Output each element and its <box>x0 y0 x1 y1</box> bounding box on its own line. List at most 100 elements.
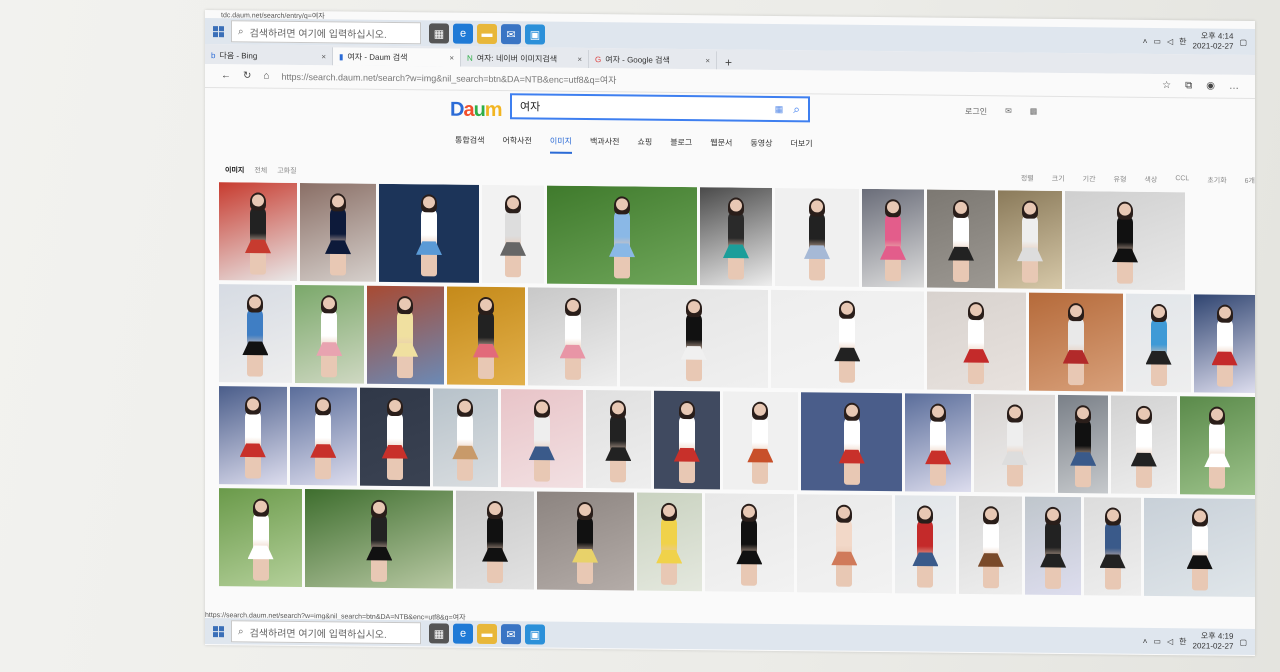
store-icon[interactable]: ▣ <box>525 624 545 645</box>
edge-icon[interactable]: e <box>453 23 473 44</box>
favorite-icon[interactable]: ☆ <box>1162 80 1171 91</box>
windows-start-icon[interactable] <box>205 18 231 44</box>
image-thumbnail[interactable] <box>1144 497 1255 597</box>
notification-icon[interactable]: ▢ <box>1239 637 1247 646</box>
search-icon[interactable]: ⌕ <box>793 102 800 117</box>
store-icon[interactable]: ▣ <box>525 24 545 45</box>
image-thumbnail[interactable] <box>998 190 1062 289</box>
image-thumbnail[interactable] <box>219 182 297 281</box>
image-thumbnail[interactable] <box>927 189 995 289</box>
apps-icon[interactable]: ▦ <box>1030 107 1038 118</box>
image-thumbnail[interactable] <box>801 392 903 492</box>
notification-icon[interactable]: ▢ <box>1239 37 1247 46</box>
folder-icon[interactable]: ▬ <box>477 623 497 645</box>
image-thumbnail[interactable] <box>547 185 697 286</box>
tab-dictionary[interactable]: 어학사전 <box>502 135 531 153</box>
filter-type[interactable]: 유형 <box>1114 175 1127 185</box>
filter-sort[interactable]: 정렬 <box>1021 174 1034 184</box>
image-thumbnail[interactable] <box>927 291 1026 391</box>
more-icon[interactable]: … <box>1229 81 1239 92</box>
image-thumbnail[interactable] <box>862 188 924 288</box>
back-icon[interactable]: ← <box>221 70 231 81</box>
mail-icon[interactable]: ✉ <box>501 24 521 45</box>
image-thumbnail[interactable] <box>704 493 794 593</box>
image-thumbnail[interactable] <box>905 393 971 493</box>
filter-hd[interactable]: 고화질 <box>277 166 296 176</box>
collections-icon[interactable]: ⧉ <box>1185 80 1192 91</box>
image-thumbnail[interactable] <box>456 490 534 590</box>
tab-images[interactable]: 이미지 <box>549 135 572 154</box>
image-thumbnail[interactable] <box>289 386 358 486</box>
image-thumbnail[interactable] <box>360 387 430 487</box>
tab-blog[interactable]: 블로그 <box>670 137 692 155</box>
image-thumbnail[interactable] <box>700 187 772 286</box>
volume-icon[interactable]: ◁ <box>1167 37 1173 46</box>
image-thumbnail[interactable] <box>654 390 720 490</box>
taskbar-search-input[interactable]: ⌕ 검색하려면 여기에 입력하십시오. <box>231 620 421 645</box>
tab-daum[interactable]: ▮ 여자 - Daum 검색 × <box>333 47 461 67</box>
mail-icon[interactable]: ✉ <box>1005 106 1012 117</box>
image-thumbnail[interactable] <box>219 488 303 588</box>
image-thumbnail[interactable] <box>722 391 799 491</box>
image-thumbnail[interactable] <box>1025 496 1081 596</box>
keyboard-icon[interactable]: ▦ <box>775 103 784 114</box>
image-thumbnail[interactable] <box>300 182 376 282</box>
filter-all[interactable]: 전체 <box>254 166 267 176</box>
url-field[interactable]: https://search.daum.net/search?w=img&nil… <box>281 70 616 87</box>
task-view-icon[interactable]: ▦ <box>429 623 449 644</box>
clock[interactable]: 오후 4:19 2021-02-27 <box>1193 631 1234 651</box>
tab-video[interactable]: 동영상 <box>750 138 772 156</box>
profile-icon[interactable]: ◉ <box>1206 80 1215 91</box>
daum-logo[interactable]: Daum <box>450 99 502 123</box>
folder-icon[interactable]: ▬ <box>477 23 497 45</box>
tab-bing[interactable]: b 다음 - Bing × <box>205 46 333 66</box>
image-thumbnail[interactable] <box>636 492 702 592</box>
network-icon[interactable]: ▭ <box>1153 636 1161 645</box>
image-thumbnail[interactable] <box>219 386 287 485</box>
filter-images[interactable]: 이미지 <box>225 165 244 175</box>
filter-size[interactable]: 크기 <box>1052 174 1065 184</box>
image-thumbnail[interactable] <box>1028 292 1124 392</box>
image-thumbnail[interactable] <box>501 389 583 488</box>
network-icon[interactable]: ▭ <box>1153 36 1161 45</box>
chevron-up-icon[interactable]: ˄ <box>1143 36 1148 45</box>
image-thumbnail[interactable] <box>619 288 768 388</box>
image-thumbnail[interactable] <box>1111 395 1177 495</box>
image-thumbnail[interactable] <box>1194 294 1255 393</box>
ime-indicator[interactable]: 한 <box>1179 36 1186 47</box>
refresh-icon[interactable]: ↻ <box>243 70 251 81</box>
home-icon[interactable]: ⌂ <box>263 71 269 82</box>
image-thumbnail[interactable] <box>366 285 444 385</box>
image-thumbnail[interactable] <box>1058 394 1109 494</box>
filter-reset[interactable]: 초기화 <box>1207 175 1226 185</box>
image-thumbnail[interactable] <box>294 284 364 384</box>
close-tab-icon[interactable]: × <box>321 52 326 61</box>
image-thumbnail[interactable] <box>770 289 925 390</box>
filter-color[interactable]: 색상 <box>1144 175 1157 185</box>
image-thumbnail[interactable] <box>1065 191 1185 291</box>
filter-ccl[interactable]: CCL <box>1175 175 1189 185</box>
task-view-icon[interactable]: ▦ <box>429 23 449 44</box>
login-link[interactable]: 로그인 <box>965 106 987 117</box>
tab-encyclopedia[interactable]: 백과사전 <box>590 136 619 154</box>
ime-indicator[interactable]: 한 <box>1179 636 1186 647</box>
image-thumbnail[interactable] <box>585 389 652 489</box>
windows-start-icon[interactable] <box>205 618 231 644</box>
filter-count[interactable]: 6개 <box>1245 176 1255 186</box>
search-input[interactable]: 여자 ▦ ⌕ <box>510 93 810 123</box>
image-thumbnail[interactable] <box>1179 396 1255 495</box>
volume-icon[interactable]: ◁ <box>1167 637 1173 646</box>
image-thumbnail[interactable] <box>446 286 526 386</box>
edge-icon[interactable]: e <box>453 623 473 644</box>
mail-icon[interactable]: ✉ <box>501 624 521 645</box>
image-thumbnail[interactable] <box>379 183 479 283</box>
tab-shopping[interactable]: 쇼핑 <box>637 137 652 155</box>
tab-web[interactable]: 웹문서 <box>710 137 732 155</box>
image-thumbnail[interactable] <box>894 495 957 594</box>
close-tab-icon[interactable]: × <box>577 54 582 63</box>
image-thumbnail[interactable] <box>305 489 454 589</box>
tab-all[interactable]: 통합검색 <box>455 135 484 153</box>
tab-more[interactable]: 더보기 <box>790 138 812 156</box>
image-thumbnail[interactable] <box>796 494 892 594</box>
tab-naver[interactable]: N 여자: 네이버 이미지검색 × <box>461 48 589 69</box>
